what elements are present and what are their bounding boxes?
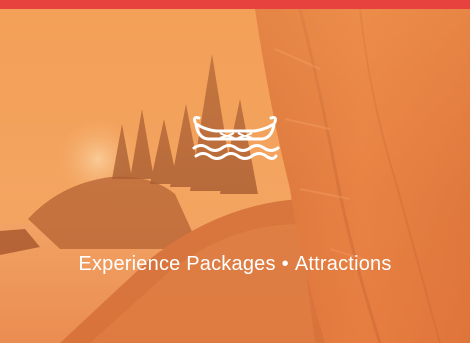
separator-dot: • [281,253,289,275]
tint-overlay [0,9,470,343]
banner-links: Experience Packages • Attractions [0,253,470,276]
experience-packages-link[interactable]: Experience Packages [78,253,275,276]
canoe-icon [192,116,280,160]
hero-banner: Experience Packages • Attractions [0,0,470,343]
top-accent-bar [0,0,470,9]
attractions-link[interactable]: Attractions [295,253,392,276]
